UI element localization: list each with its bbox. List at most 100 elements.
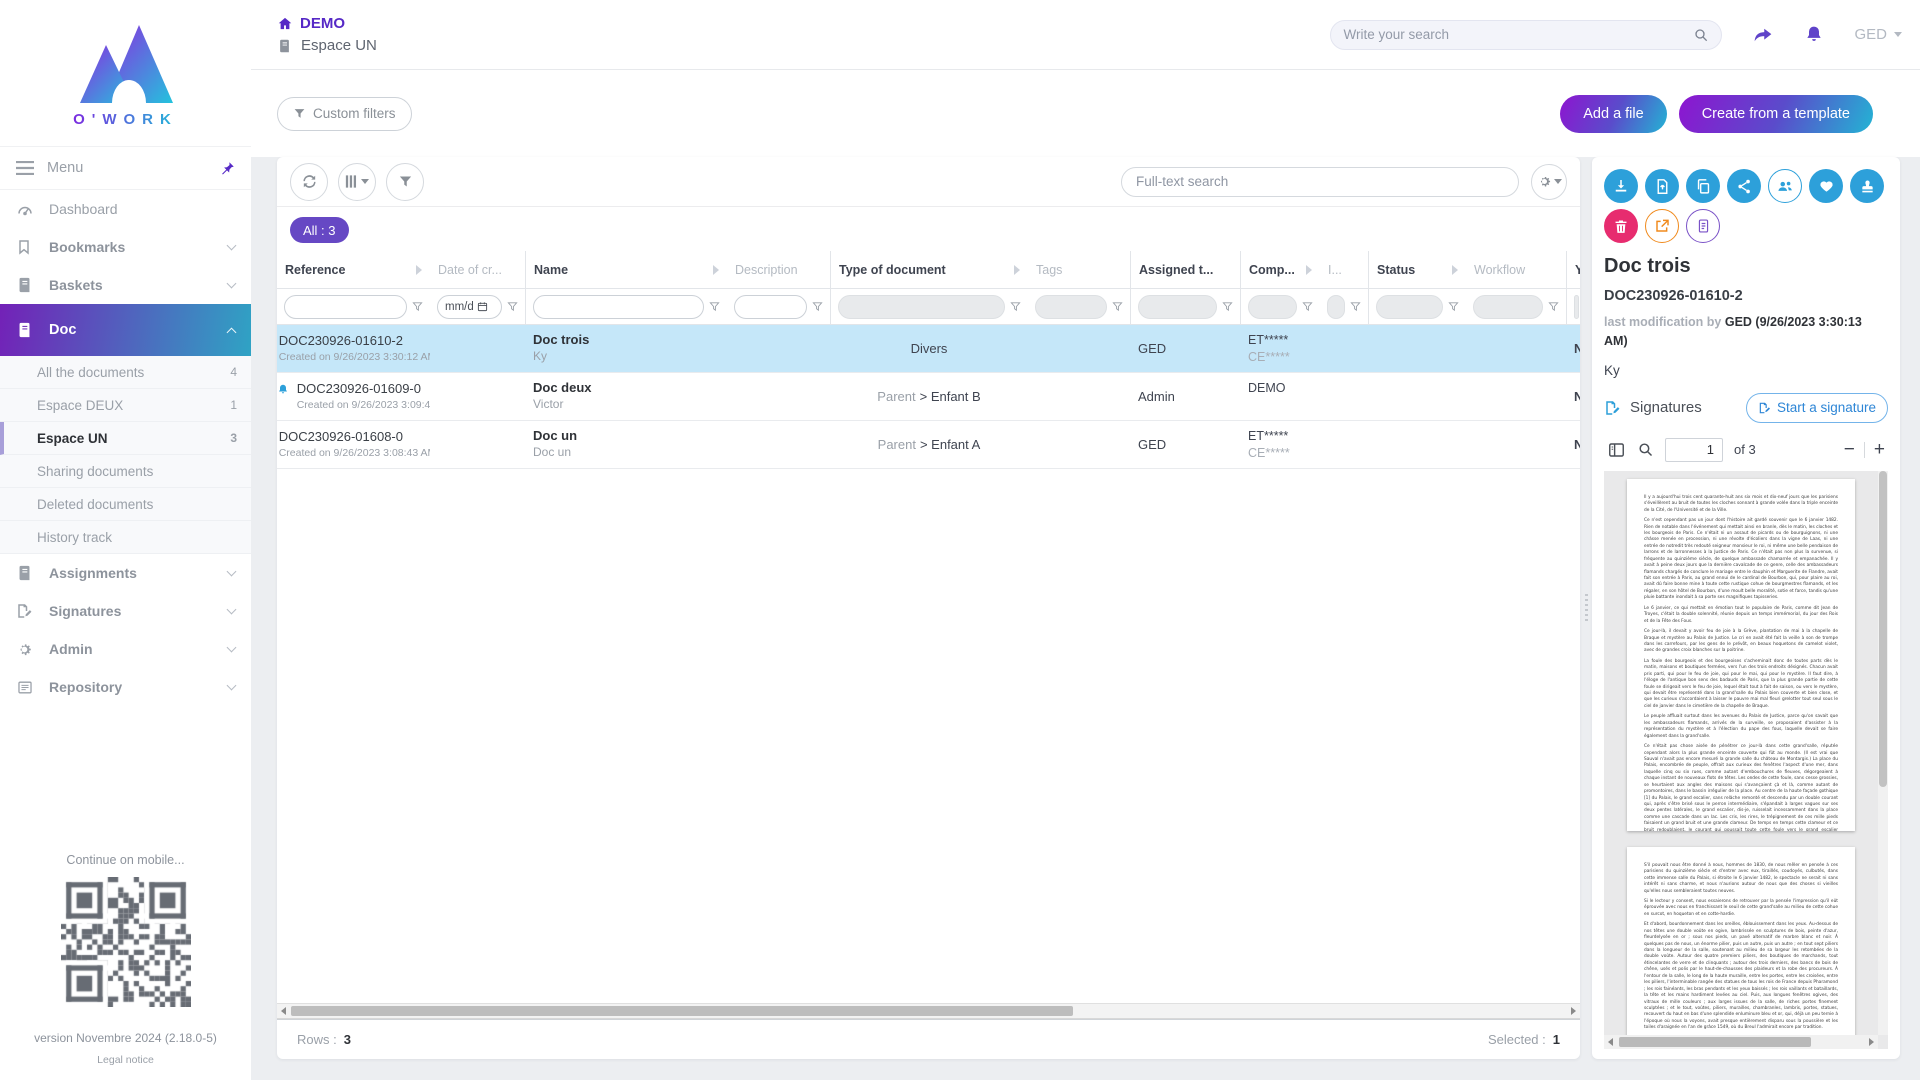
create-template-button[interactable]: Create from a template (1679, 95, 1873, 133)
scrollbar-thumb[interactable] (1879, 471, 1887, 787)
pdf-sidebar-toggle-icon[interactable] (1607, 441, 1626, 459)
chevron-right-icon[interactable] (416, 265, 422, 275)
column-header-tags[interactable]: Tags (1028, 251, 1130, 288)
chevron-right-icon[interactable] (1306, 265, 1312, 275)
assign-users-button[interactable] (1768, 169, 1802, 203)
add-file-button[interactable]: Add a file (1560, 95, 1666, 133)
column-header-status[interactable]: Status (1368, 251, 1466, 288)
tab-all[interactable]: All : 3 (290, 217, 349, 243)
user-menu[interactable]: GED (1854, 26, 1902, 43)
filter-workflow-select[interactable] (1473, 295, 1543, 319)
pdf-search-icon[interactable] (1637, 441, 1654, 458)
zoom-out-button[interactable]: − (1844, 440, 1855, 459)
export-file-button[interactable] (1645, 169, 1679, 203)
copy-button[interactable] (1686, 169, 1720, 203)
funnel-icon[interactable] (709, 301, 720, 312)
filter-reference-input[interactable] (284, 295, 407, 319)
column-header-type[interactable]: Type of document (830, 251, 1028, 288)
funnel-icon[interactable] (1112, 301, 1123, 312)
filter-date-input[interactable]: mm/d (437, 295, 502, 319)
table-row[interactable]: w DOC230926-01609-0 Created on 9/26/2023… (277, 373, 1580, 421)
sidebar-item-baskets[interactable]: Baskets (0, 266, 251, 304)
document-properties-button[interactable] (1686, 209, 1720, 243)
chevron-right-icon[interactable] (1452, 265, 1458, 275)
scroll-left-icon[interactable] (1608, 1038, 1613, 1046)
funnel-icon[interactable] (1222, 301, 1233, 312)
filter-type-select[interactable] (838, 295, 1005, 319)
scroll-right-icon[interactable] (1869, 1038, 1874, 1046)
funnel-icon[interactable] (412, 301, 423, 312)
pdf-page-input[interactable] (1665, 438, 1723, 462)
funnel-icon[interactable] (1010, 301, 1021, 312)
global-search-input[interactable] (1343, 27, 1693, 42)
sidebar-item-bookmarks[interactable]: Bookmarks (0, 228, 251, 266)
zoom-in-button[interactable]: + (1874, 440, 1885, 459)
filter-company-select[interactable] (1248, 295, 1297, 319)
column-header-company[interactable]: Comp... (1240, 251, 1320, 288)
custom-filters-button[interactable]: Custom filters (277, 97, 412, 131)
columns-button[interactable] (338, 163, 376, 201)
legal-notice-link[interactable]: Legal notice (97, 1054, 154, 1066)
stamp-button[interactable] (1850, 169, 1884, 203)
filter-name-input[interactable] (533, 295, 704, 319)
table-settings-button[interactable] (1531, 164, 1567, 200)
table-row[interactable]: DOC230926-01608-0 Created on 9/26/2023 3… (277, 421, 1580, 469)
fulltext-search-input[interactable] (1136, 174, 1504, 189)
download-button[interactable] (1604, 169, 1638, 203)
sidebar-subitem-sharing-documents[interactable]: Sharing documents (0, 455, 251, 488)
favorite-button[interactable] (1809, 169, 1843, 203)
refresh-button[interactable] (290, 163, 328, 201)
funnel-icon[interactable] (812, 301, 823, 312)
funnel-icon[interactable] (1350, 301, 1361, 312)
chevron-right-icon[interactable] (713, 265, 719, 275)
sidebar-item-repository[interactable]: Repository (0, 668, 251, 706)
start-signature-button[interactable]: Start a signature (1746, 393, 1888, 423)
menu-toggle[interactable]: Menu (0, 146, 251, 190)
app-home[interactable]: DEMO (277, 15, 377, 32)
bell-icon[interactable] (1804, 24, 1824, 45)
sidebar-subitem-history-track[interactable]: History track (0, 521, 251, 554)
delete-button[interactable] (1604, 209, 1638, 243)
pin-sidebar-icon[interactable] (220, 161, 235, 176)
column-header-workflow[interactable]: Workflow (1466, 251, 1566, 288)
chevron-right-icon[interactable] (1014, 265, 1020, 275)
pdf-vertical-scrollbar[interactable] (1878, 471, 1888, 1035)
sidebar-item-dashboard[interactable]: Dashboard (0, 190, 251, 228)
column-header-name[interactable]: Name (525, 251, 727, 288)
scroll-right-icon[interactable] (1571, 1007, 1576, 1015)
column-header-date[interactable]: Date of cr... (430, 251, 525, 288)
scrollbar-thumb[interactable] (1619, 1037, 1811, 1047)
filter-status-select[interactable] (1376, 295, 1443, 319)
funnel-icon[interactable] (1548, 301, 1559, 312)
sidebar-item-doc[interactable]: Doc (0, 304, 251, 356)
column-header-y[interactable]: Y... (1566, 251, 1580, 288)
table-horizontal-scrollbar[interactable] (277, 1003, 1580, 1019)
filter-description-input[interactable] (734, 295, 807, 319)
sidebar-item-signatures[interactable]: Signatures (0, 592, 251, 630)
scroll-left-icon[interactable] (281, 1007, 286, 1015)
table-row[interactable]: DOC230926-01610-2 Created on 9/26/2023 3… (277, 325, 1580, 373)
share-forward-icon[interactable] (1752, 25, 1774, 45)
panel-resize-handle[interactable] (1580, 157, 1592, 1059)
search-icon[interactable] (1693, 27, 1709, 43)
filter-button[interactable] (386, 163, 424, 201)
share-button[interactable] (1727, 169, 1761, 203)
funnel-icon[interactable] (507, 301, 518, 312)
sidebar-subitem-espace-deux[interactable]: Espace DEUX 1 (0, 389, 251, 422)
column-header-reference[interactable]: Reference (277, 251, 430, 288)
sidebar-subitem-deleted-documents[interactable]: Deleted documents (0, 488, 251, 521)
filter-y-select[interactable] (1574, 295, 1579, 319)
funnel-icon[interactable] (1302, 301, 1313, 312)
open-external-button[interactable] (1645, 209, 1679, 243)
column-header-description[interactable]: Description (727, 251, 830, 288)
scrollbar-thumb[interactable] (291, 1006, 1073, 1016)
column-header-i[interactable]: I... (1320, 251, 1368, 288)
sidebar-subitem-all-documents[interactable]: All the documents 4 (0, 356, 251, 389)
funnel-icon[interactable] (1448, 301, 1459, 312)
filter-tags-select[interactable] (1035, 295, 1107, 319)
column-header-assigned[interactable]: Assigned t... (1130, 251, 1240, 288)
filter-i-select[interactable] (1327, 295, 1345, 319)
sidebar-item-admin[interactable]: Admin (0, 630, 251, 668)
pdf-horizontal-scrollbar[interactable] (1604, 1035, 1878, 1049)
filter-assigned-select[interactable] (1138, 295, 1217, 319)
